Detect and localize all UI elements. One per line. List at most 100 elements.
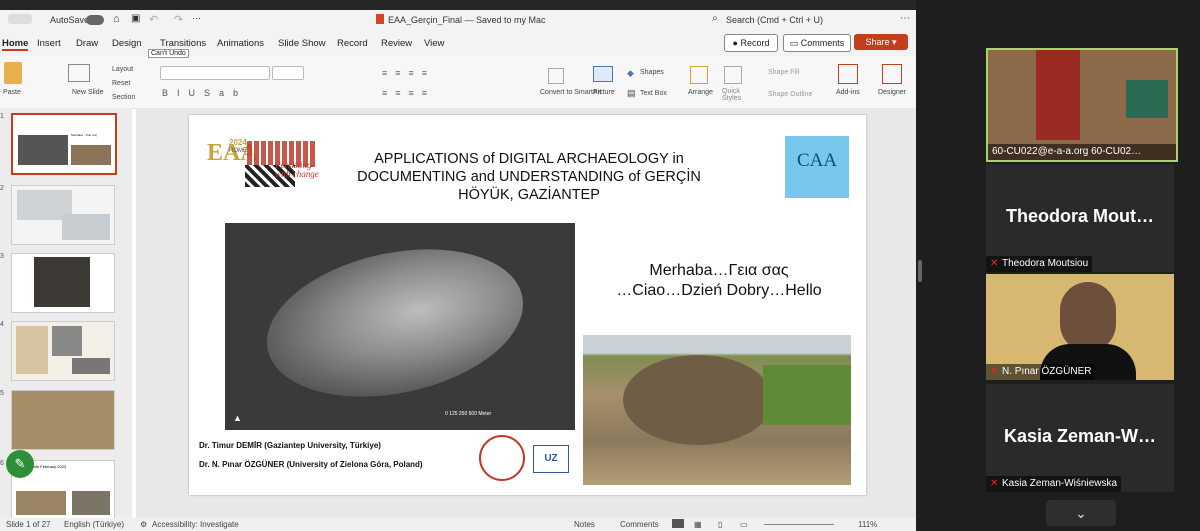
designer-icon[interactable] [882, 64, 902, 84]
align-icons[interactable]: ≡≡≡≡ [382, 88, 435, 98]
tab-transitions[interactable]: Transitions [160, 38, 206, 49]
greeting-text[interactable]: Merhaba…Γεια σας …Ciao…Dzień Dobry…Hello [609, 261, 829, 301]
autosave-toggle[interactable] [86, 15, 104, 25]
picture-icon[interactable] [593, 66, 613, 82]
file-name[interactable]: EAA_Gerçin_Final — Saved to my Mac [388, 15, 546, 25]
record-label: Record [740, 38, 770, 48]
muted-mic-icon: ✕ [990, 366, 999, 377]
layout-button[interactable]: Layout [112, 66, 133, 73]
shapes-label[interactable]: Shapes [640, 69, 664, 76]
smartart-icon[interactable] [548, 68, 564, 84]
save-icon[interactable]: ▣ [131, 13, 140, 24]
home-icon[interactable]: ⌂ [113, 13, 120, 25]
title-bar: AutoSave ⌂ ▣ ↶ ↷ ··· EAA_Gerçin_Final — … [0, 10, 916, 32]
tab-animations[interactable]: Animations [217, 38, 264, 49]
thumb-number: 5 [0, 390, 4, 397]
gaziantep-university-logo [479, 435, 525, 481]
thumbnail-slide-5[interactable] [11, 390, 115, 450]
author-1: Dr. Timur DEMİR (Gaziantep University, T… [199, 441, 381, 450]
tab-design[interactable]: Design [112, 38, 142, 49]
more-icon[interactable]: ··· [192, 13, 201, 23]
board [1126, 80, 1168, 118]
aerial-photo[interactable] [583, 335, 851, 485]
zoom-slider[interactable] [764, 524, 834, 525]
paste-label: Paste [3, 89, 21, 96]
slide-canvas[interactable]: EAA 2024 ROME Persisting with change APP… [189, 115, 866, 495]
thumbnail-slide-4[interactable] [11, 321, 115, 381]
participant-tile[interactable]: Kasia Zeman-W… ✕ Kasia Zeman-Wiśniewska [986, 384, 1174, 492]
more-options-icon[interactable]: ⋯ [900, 13, 910, 24]
scroll-down-button[interactable]: ⌄ [1046, 500, 1116, 526]
thumb-image [71, 145, 111, 165]
arrange-label: Arrange [688, 89, 713, 96]
shape-fill-button[interactable]: Shape Fill [768, 69, 799, 76]
participant-tile[interactable]: Theodora Mout… ✕ Theodora Moutsiou [986, 164, 1174, 272]
section-button[interactable]: Section [112, 94, 135, 101]
caa-logo: CAA [785, 136, 849, 198]
shape-outline-button[interactable]: Shape Outline [768, 91, 812, 98]
comments-button[interactable]: ▭ Comments [783, 34, 851, 52]
tab-home[interactable]: Home [2, 38, 29, 51]
caa-logo-text: CAA [796, 150, 838, 171]
participant-name: N. Pınar ÖZGÜNER [1002, 366, 1092, 377]
zielona-gora-university-logo: UZ [533, 445, 569, 473]
font-family-select[interactable] [160, 66, 270, 80]
participant-name-bar: ✕ Kasia Zeman-Wiśniewska [986, 476, 1122, 492]
new-slide-icon[interactable] [68, 64, 90, 82]
comments-status-button[interactable]: Comments [620, 520, 659, 529]
tab-draw[interactable]: Draw [76, 38, 98, 49]
slide-sorter-icon[interactable]: ▦ [694, 520, 702, 529]
thumbnail-slide-1[interactable]: Merhaba…Γεια σας [11, 113, 117, 175]
undo-icon[interactable]: ↶ [149, 13, 158, 26]
quick-styles-icon[interactable] [724, 66, 742, 84]
tab-review[interactable]: Review [381, 38, 412, 49]
resize-handle[interactable] [918, 260, 922, 282]
slide-title[interactable]: APPLICATIONS of DIGITAL ARCHAEOLOGY in D… [329, 150, 729, 204]
textbox-label[interactable]: Text Box [640, 90, 667, 97]
thumb-text: Merhaba…Γεια σας [71, 133, 98, 137]
shapes-icon[interactable]: ◆ [627, 68, 634, 79]
notes-button[interactable]: Notes [574, 520, 595, 529]
participant-tile[interactable]: 60-CU022@e-a-a.org 60-CU02… [986, 48, 1178, 162]
redo-icon[interactable]: ↷ [174, 13, 183, 26]
reset-button[interactable]: Reset [112, 80, 130, 87]
list-icons[interactable]: ≡≡≡≡ [382, 68, 435, 78]
share-label: Share [865, 37, 890, 47]
thumb-number: 4 [0, 321, 4, 328]
title-line: HÖYÜK, GAZİANTEP [458, 187, 600, 203]
accessibility-status[interactable]: Accessibility: Investigate [152, 520, 239, 529]
participant-name-bar: ✕ Theodora Moutsiou [986, 256, 1093, 272]
field-photo [763, 365, 851, 425]
record-button[interactable]: ● Record [724, 34, 778, 52]
zoom-level[interactable]: 111% [858, 520, 877, 529]
thumbnail-slide-3[interactable] [11, 253, 115, 313]
tab-record[interactable]: Record [337, 38, 368, 49]
pen-icon[interactable]: ✎ [6, 450, 34, 478]
new-slide-label: New Slide [72, 89, 104, 96]
font-size-select[interactable] [272, 66, 304, 80]
thumb-image [72, 358, 110, 374]
sidebar-toggle-button[interactable] [8, 14, 32, 24]
thumbnail-slide-2[interactable] [11, 185, 115, 245]
digital-elevation-map[interactable]: ▲ 0 125 250 500 Meter [225, 223, 575, 430]
paste-icon[interactable] [4, 62, 22, 84]
addins-icon[interactable] [838, 64, 858, 84]
participant-tile[interactable]: ✕ N. Pınar ÖZGÜNER [986, 274, 1174, 380]
thumb-number: 3 [0, 253, 4, 260]
tab-view[interactable]: View [424, 38, 444, 49]
thumb-image [72, 491, 110, 515]
language-status[interactable]: English (Türkiye) [64, 520, 124, 529]
textbox-icon[interactable]: ▤ [627, 88, 636, 99]
arrange-icon[interactable] [690, 66, 708, 84]
slide-counter: Slide 1 of 27 [6, 520, 51, 529]
reading-view-icon[interactable]: ▯ [718, 520, 722, 529]
slideshow-icon[interactable]: ▭ [740, 520, 748, 529]
tab-slide-show[interactable]: Slide Show [278, 38, 326, 49]
curtain [1036, 50, 1080, 140]
normal-view-icon[interactable] [672, 519, 684, 528]
tab-insert[interactable]: Insert [37, 38, 61, 49]
search-box[interactable]: Search (Cmd + Ctrl + U) [726, 15, 823, 25]
thumb-number: 1 [0, 113, 4, 120]
share-button[interactable]: Share ▾ [854, 34, 908, 50]
font-format-icons[interactable]: BIUSab [162, 88, 247, 98]
